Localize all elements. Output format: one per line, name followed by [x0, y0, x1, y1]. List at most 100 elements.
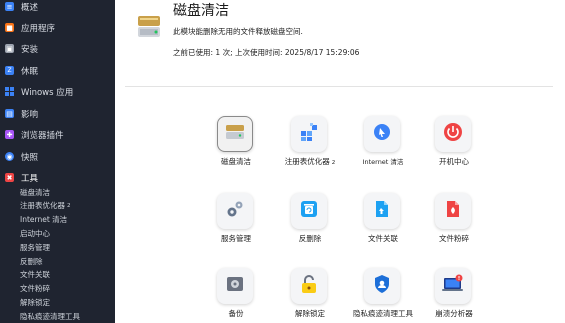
sidebar-item-label: Winows 应用: [21, 87, 74, 98]
subitem-label: 启动中心: [20, 229, 50, 238]
subitem-label: 隐私痕迹清理工具: [20, 312, 80, 321]
impact-icon: ▤: [5, 109, 14, 118]
sidebar-item-snapshot[interactable]: ◉ 快照: [0, 146, 115, 167]
subitem-file-association[interactable]: 文件关联: [20, 268, 50, 281]
sidebar-item-impact[interactable]: ▤ 影响: [0, 103, 115, 124]
tool-privacy-cleaner[interactable]: 隐私痕迹清理工具: [343, 268, 423, 323]
subitem-unlock[interactable]: 解除锁定: [20, 296, 50, 309]
file-association-icon: [372, 199, 392, 223]
tool-label: 服务管理: [221, 234, 251, 243]
disk-cleaner-icon: [225, 123, 245, 145]
subitem-label: 磁盘清洁: [20, 188, 50, 197]
divider: [125, 86, 553, 87]
tool-box: [217, 116, 253, 152]
sidebar-item-label: 影响: [21, 109, 39, 120]
subitem-label: 解除锁定: [20, 298, 50, 307]
sleep-icon: Z: [5, 66, 14, 75]
sidebar-item-browser-plugins[interactable]: ✚ 浏览器插件: [0, 124, 115, 145]
tool-box: [364, 193, 400, 229]
sidebar-item-label: 概述: [21, 2, 39, 13]
tool-file-association[interactable]: 文件关联: [343, 193, 423, 253]
sidebar-item-label: 浏览器插件: [21, 130, 64, 141]
tools-icon: ✖: [5, 173, 14, 182]
subitem-label: 文件关联: [20, 270, 50, 279]
sidebar-item-label: 休眠: [21, 66, 39, 77]
sidebar-item-install[interactable]: ▣ 安装: [0, 38, 115, 59]
subitem-file-shredder[interactable]: 文件粉碎: [20, 282, 50, 295]
plugin-icon: ✚: [5, 130, 14, 139]
subitem-suffix: 2: [67, 202, 71, 209]
tool-box: [364, 268, 400, 304]
sidebar-item-label: 快照: [21, 152, 39, 163]
tool-internet-cleaner[interactable]: Internet 清洁: [343, 116, 423, 176]
subitem-undelete[interactable]: 反删除: [20, 255, 43, 268]
tool-label: 隐私痕迹清理工具: [353, 309, 413, 318]
subitem-service-manager[interactable]: 服务管理: [20, 241, 50, 254]
tool-undelete[interactable]: 反删除: [270, 193, 350, 253]
subitem-privacy-cleaner[interactable]: 隐私痕迹清理工具: [20, 310, 80, 323]
overview-icon: ≡: [5, 2, 14, 11]
sidebar-item-apps[interactable]: ■ 应用程序: [0, 17, 115, 38]
tool-label: 注册表优化器 2: [270, 156, 350, 167]
tool-box: [291, 116, 327, 152]
tool-label: 解除锁定: [295, 309, 325, 318]
tool-label: 文件粉碎: [439, 234, 469, 243]
subitem-disk-cleaner[interactable]: 磁盘清洁: [20, 186, 50, 199]
crash-analyzer-icon: [442, 274, 464, 298]
sidebar: ≡ 概述 ■ 应用程序 ▣ 安装 Z 休眠 Winows 应用 ▤ 影响 ✚ 浏…: [0, 0, 115, 323]
unlock-icon: [299, 274, 319, 298]
tool-backup[interactable]: 备份: [196, 268, 276, 323]
module-description: 此模块能删除无用的文件释放磁盘空间.: [173, 27, 303, 36]
tool-label: 反删除: [298, 234, 322, 243]
tool-label: 磁盘清洁: [221, 157, 251, 166]
tool-startup-center[interactable]: 开机中心: [414, 116, 494, 176]
windows-icon: [5, 87, 14, 96]
tool-service-manager[interactable]: 服务管理: [196, 193, 276, 253]
subitem-registry-optimizer[interactable]: 注册表优化器 2: [20, 199, 71, 212]
sidebar-item-overview[interactable]: ≡ 概述: [0, 0, 115, 17]
subitem-label: 服务管理: [20, 243, 50, 252]
snapshot-icon: ◉: [5, 152, 14, 161]
tool-disk-cleaner[interactable]: 磁盘清洁: [196, 116, 276, 176]
subitem-label: Internet 清洁: [20, 215, 68, 224]
apps-icon: ■: [5, 23, 14, 32]
subitem-startup-center[interactable]: 启动中心: [20, 227, 50, 240]
sidebar-item-label: 应用程序: [21, 23, 56, 34]
privacy-cleaner-icon: [372, 274, 392, 298]
page-title: 磁盘清洁: [173, 3, 229, 19]
sidebar-item-windows-apps[interactable]: Winows 应用: [0, 81, 115, 102]
tool-crash-analyzer[interactable]: 崩溃分析器: [414, 268, 494, 323]
disk-cleaner-icon: [135, 12, 165, 42]
tool-label: 崩溃分析器: [435, 309, 473, 318]
tool-label-suffix: 2: [331, 160, 336, 166]
internet-cleaner-icon: [372, 122, 392, 146]
service-manager-icon: [225, 199, 245, 223]
tool-file-shredder[interactable]: 文件粉碎: [414, 193, 494, 253]
tool-unlock[interactable]: 解除锁定: [270, 268, 350, 323]
tool-label: Internet 清洁: [362, 158, 404, 166]
backup-icon: [225, 274, 245, 298]
tool-box: [435, 268, 471, 304]
tool-label: 备份: [228, 309, 244, 318]
subitem-label: 文件粉碎: [20, 284, 50, 293]
sidebar-item-label: 工具: [21, 173, 39, 184]
tool-box: [217, 193, 253, 229]
tool-label-text: 注册表优化器: [284, 157, 330, 166]
tool-label: 文件关联: [368, 234, 398, 243]
tool-box: [217, 268, 253, 304]
tool-box: [291, 268, 327, 304]
startup-center-icon: [443, 122, 463, 146]
tool-label: 开机中心: [439, 157, 469, 166]
tool-registry-optimizer[interactable]: 注册表优化器 2: [270, 116, 350, 176]
sidebar-item-label: 安装: [21, 44, 39, 55]
sidebar-item-tools[interactable]: ✖ 工具: [0, 167, 115, 188]
sidebar-item-sleep[interactable]: Z 休眠: [0, 60, 115, 81]
last-used-info: 之前已使用: 1 次; 上次使用时间: 2025/8/17 15:29:06: [173, 48, 360, 57]
subitem-internet-cleaner[interactable]: Internet 清洁: [20, 213, 67, 226]
tool-box: [291, 193, 327, 229]
subitem-label: 反删除: [20, 257, 43, 266]
install-icon: ▣: [5, 44, 14, 53]
tool-box: [435, 193, 471, 229]
undelete-icon: [299, 199, 319, 223]
tool-box: [364, 116, 400, 152]
